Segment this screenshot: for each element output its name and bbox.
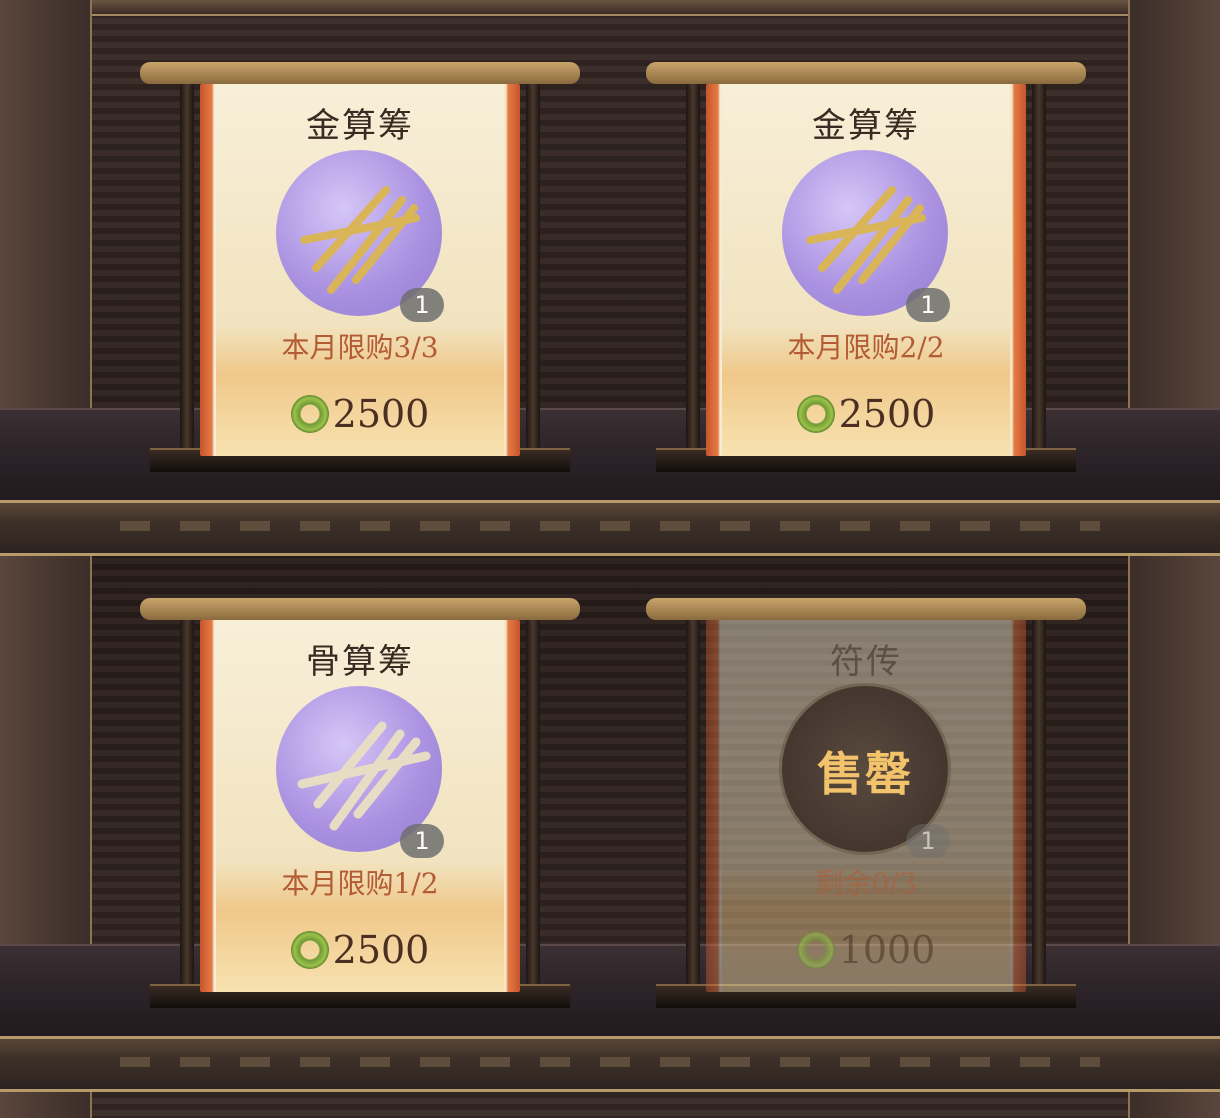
stand-post <box>1032 82 1046 452</box>
sold-out-label: 售罄 <box>817 747 913 801</box>
shop-item-card[interactable]: 金算筹 1 本月限购3/3 2500 <box>140 62 580 472</box>
item-scroll: 金算筹 1 本月限购2/2 2500 <box>706 84 1026 456</box>
stand-post <box>526 82 540 452</box>
shelf-edge <box>0 500 1220 556</box>
jade-coin-icon <box>290 931 329 969</box>
shop-item-card[interactable]: 骨算筹 1 本月限购1/2 2500 <box>140 598 580 1008</box>
jade-coin-icon <box>796 395 835 433</box>
shelf-edge <box>0 1036 1220 1092</box>
price-label: 1000 <box>706 928 1026 972</box>
purchase-limit: 本月限购1/2 <box>281 867 439 900</box>
stand-top <box>646 598 1086 620</box>
stand-post <box>686 618 700 988</box>
jade-coin-icon <box>290 395 329 433</box>
item-name: 骨算筹 <box>306 642 414 682</box>
stand-post <box>526 618 540 988</box>
item-quantity-badge: 1 <box>906 824 950 858</box>
stand-top <box>140 62 580 84</box>
jade-coin-icon <box>796 931 835 969</box>
purchase-limit: 剩余0/3 <box>815 867 917 900</box>
price-value: 1000 <box>838 928 936 972</box>
item-name: 金算筹 <box>812 106 920 146</box>
stand-top <box>646 62 1086 84</box>
item-quantity-badge: 1 <box>400 824 444 858</box>
stand-post <box>686 82 700 452</box>
shop-item-card[interactable]: 金算筹 1 本月限购2/2 2500 <box>646 62 1086 472</box>
price-label: 2500 <box>200 928 520 972</box>
item-scroll: 金算筹 1 本月限购3/3 2500 <box>200 84 520 456</box>
price-value: 2500 <box>332 928 430 972</box>
purchase-limit: 本月限购2/2 <box>787 331 945 364</box>
top-rail <box>0 0 1220 16</box>
price-value: 2500 <box>838 392 936 436</box>
price-value: 2500 <box>332 392 430 436</box>
price-label: 2500 <box>706 392 1026 436</box>
stand-post <box>1032 618 1046 988</box>
item-name: 金算筹 <box>306 106 414 146</box>
shop-item-card[interactable]: 符传 售罄 1 剩余0/3 1000 <box>646 598 1086 1008</box>
stand-post <box>180 618 194 988</box>
item-scroll: 骨算筹 1 本月限购1/2 2500 <box>200 620 520 992</box>
item-quantity-badge: 1 <box>400 288 444 322</box>
item-quantity-badge: 1 <box>906 288 950 322</box>
stand-post <box>180 82 194 452</box>
item-name: 符传 <box>830 642 902 682</box>
price-label: 2500 <box>200 392 520 436</box>
purchase-limit: 本月限购3/3 <box>281 331 439 364</box>
stand-top <box>140 598 580 620</box>
